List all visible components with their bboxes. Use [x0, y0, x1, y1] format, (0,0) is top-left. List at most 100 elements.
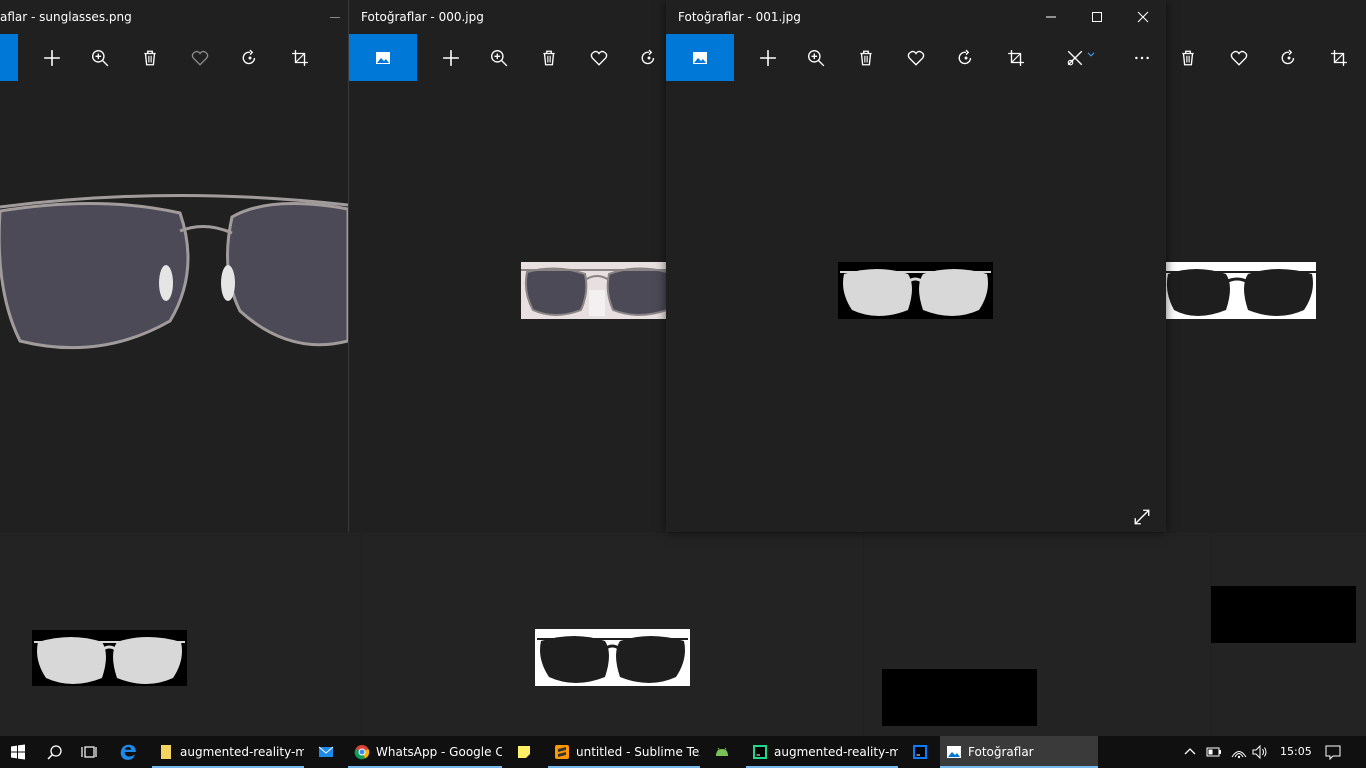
- heart-icon: [191, 50, 209, 66]
- more-options-button[interactable]: [1122, 34, 1162, 81]
- sublime-icon: [555, 745, 569, 759]
- image-white-sunglasses-black-bg-main: [838, 262, 993, 319]
- zoom-button[interactable]: [479, 34, 519, 81]
- edit-button[interactable]: [1056, 34, 1106, 81]
- bg-window-bottom-left[interactable]: [0, 533, 361, 736]
- windows-logo-icon: [11, 744, 25, 760]
- crop-button[interactable]: [280, 34, 320, 81]
- plus-icon: [44, 49, 60, 66]
- taskbar-app-pycharm[interactable]: augmented-reality-m...: [746, 736, 898, 768]
- taskbar-app-intellij[interactable]: [906, 736, 936, 768]
- zoom-button[interactable]: [796, 34, 836, 81]
- image-area: [349, 81, 667, 532]
- zoom-in-icon: [808, 49, 825, 66]
- bg-window-bottom-middle[interactable]: [362, 533, 863, 736]
- taskbar-app-chrome[interactable]: WhatsApp - Google C...: [348, 736, 502, 768]
- folder-icon: [161, 745, 171, 759]
- photos-window-000[interactable]: Fotoğraflar - 000.jpg: [348, 0, 667, 532]
- taskbar-app-label: augmented-reality-m...: [180, 745, 304, 759]
- start-button[interactable]: [0, 736, 36, 768]
- plus-icon: [760, 49, 776, 66]
- zoom-button[interactable]: [80, 34, 120, 81]
- view-image-button[interactable]: [666, 34, 734, 81]
- edge-button[interactable]: [110, 736, 146, 768]
- task-view-icon: [81, 746, 97, 758]
- task-view-button[interactable]: [72, 736, 106, 768]
- view-image-button[interactable]: [0, 34, 18, 81]
- minimize-icon: [1046, 16, 1056, 18]
- rotate-button[interactable]: [946, 34, 986, 81]
- photos-window-sunglasses[interactable]: aflar - sunglasses.png: [0, 0, 348, 502]
- taskbar-app-sublime[interactable]: untitled - Sublime Tex...: [548, 736, 700, 768]
- battery-icon[interactable]: [1206, 744, 1222, 760]
- rotate-button[interactable]: [629, 34, 667, 81]
- notification-icon[interactable]: [1325, 744, 1341, 760]
- image-area: [0, 81, 348, 502]
- image-aviator-sunglasses: [0, 191, 348, 361]
- delete-button[interactable]: [846, 34, 886, 81]
- zoom-in-icon: [491, 49, 508, 66]
- more-icon: [1135, 56, 1149, 59]
- image-black-sunglasses-white-bg: [535, 629, 690, 686]
- favorite-button[interactable]: [1219, 34, 1259, 81]
- heart-icon: [907, 50, 925, 66]
- edit-tools-icon: [1067, 50, 1083, 65]
- delete-button[interactable]: [130, 34, 170, 81]
- rotate-icon: [958, 49, 972, 64]
- view-image-button[interactable]: [349, 34, 417, 81]
- close-button[interactable]: [1120, 0, 1166, 34]
- chevron-down-icon: [1087, 51, 1095, 57]
- favorite-button[interactable]: [180, 34, 220, 81]
- favorite-button[interactable]: [896, 34, 936, 81]
- trash-icon: [144, 50, 156, 65]
- window-title: Fotoğraflar - 000.jpg: [361, 10, 484, 24]
- bg-window-top-right[interactable]: [1166, 0, 1366, 532]
- chevron-up-icon[interactable]: [1182, 744, 1198, 760]
- taskbar-app-android-studio[interactable]: [708, 736, 738, 768]
- crop-button[interactable]: [996, 34, 1036, 81]
- window-title: Fotoğraflar - 001.jpg: [678, 10, 801, 24]
- taskbar-app-sticky-notes[interactable]: [510, 736, 540, 768]
- delete-button[interactable]: [529, 34, 569, 81]
- search-icon: [47, 745, 62, 760]
- image-icon: [376, 51, 390, 64]
- wifi-icon[interactable]: [1231, 744, 1247, 760]
- maximize-icon: [1092, 12, 1102, 22]
- volume-icon[interactable]: [1252, 744, 1268, 760]
- favorite-button[interactable]: [579, 34, 619, 81]
- taskbar-app-label: augmented-reality-m...: [774, 745, 898, 759]
- maximize-button[interactable]: [1074, 0, 1120, 34]
- mail-icon: [318, 746, 334, 757]
- add-button[interactable]: [431, 34, 471, 81]
- taskbar-app-mail[interactable]: [312, 736, 342, 768]
- add-button[interactable]: [32, 34, 72, 81]
- taskbar-app-label: WhatsApp - Google C...: [376, 745, 502, 759]
- delete-button[interactable]: [1168, 34, 1208, 81]
- taskbar-app-explorer[interactable]: augmented-reality-m...: [152, 736, 304, 768]
- intellij-icon: [913, 745, 927, 759]
- search-button[interactable]: [38, 736, 72, 768]
- add-button[interactable]: [748, 34, 788, 81]
- clock-time[interactable]: 15:05: [1280, 745, 1312, 758]
- taskbar-app-photos[interactable]: Fotoğraflar: [940, 736, 1098, 768]
- chrome-icon: [354, 745, 370, 760]
- pycharm-icon: [753, 745, 767, 759]
- image-white-sunglasses-black-bg: [32, 630, 187, 686]
- crop-button[interactable]: [1319, 34, 1359, 81]
- fullscreen-button[interactable]: [1122, 493, 1162, 532]
- expand-icon: [1134, 509, 1150, 524]
- bg-window-bottom-right[interactable]: [864, 533, 1210, 736]
- minimize-button[interactable]: [1028, 0, 1074, 34]
- trash-icon: [1182, 50, 1194, 65]
- rotate-button[interactable]: [1269, 34, 1309, 81]
- image-sunglasses-photo: [521, 262, 667, 319]
- photos-window-001[interactable]: Fotoğraflar - 001.jpg: [666, 0, 1166, 532]
- rotate-button[interactable]: [230, 34, 270, 81]
- bg-window-right-edge[interactable]: [1211, 533, 1366, 736]
- rotate-icon: [242, 49, 256, 64]
- trash-icon: [543, 50, 555, 65]
- edge-icon: [120, 744, 136, 760]
- crop-icon: [1008, 49, 1024, 66]
- minimize-icon[interactable]: [330, 17, 340, 18]
- taskbar-app-label: Fotoğraflar: [968, 745, 1034, 759]
